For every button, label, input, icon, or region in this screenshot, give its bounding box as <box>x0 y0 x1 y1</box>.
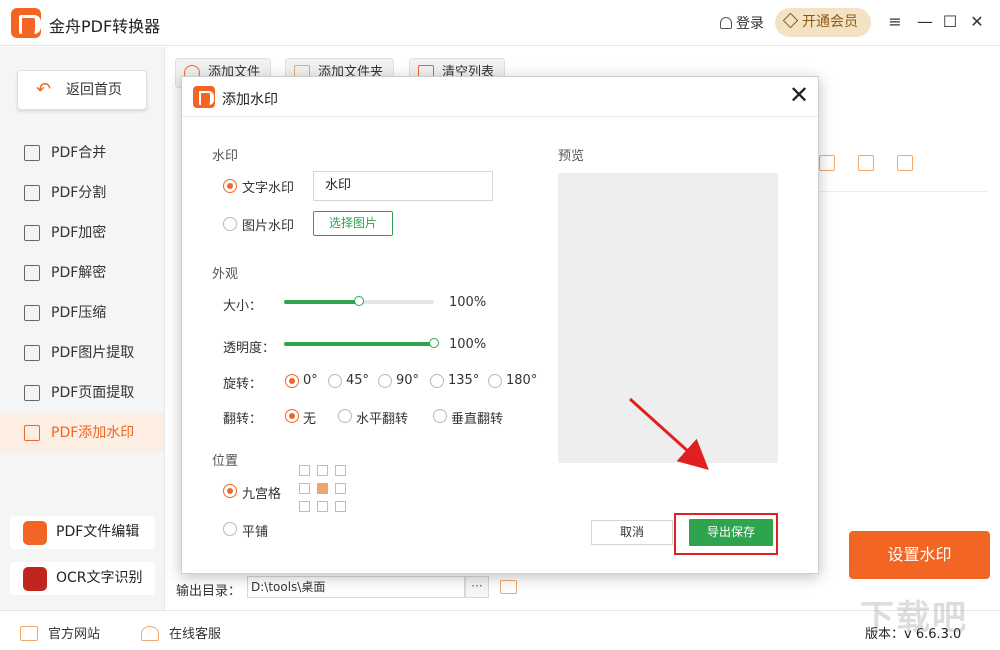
annotation-arrow-icon <box>628 397 709 471</box>
